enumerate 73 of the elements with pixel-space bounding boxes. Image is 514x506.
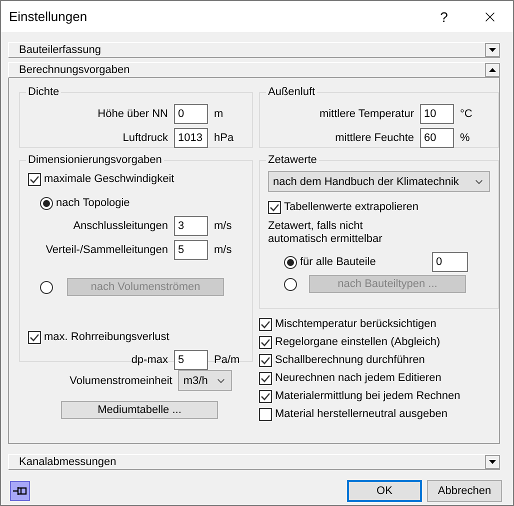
toggle-button[interactable] <box>485 63 500 77</box>
pin-icon <box>13 485 27 497</box>
checkbox[interactable] <box>259 336 272 348</box>
radio-button[interactable] <box>284 256 297 268</box>
check-icon <box>260 318 271 330</box>
field-label: Höhe über NN <box>96 108 168 120</box>
checkbox-label[interactable]: maximale Geschwindigkeit <box>44 173 174 185</box>
unit-label: Pa/m <box>214 354 241 366</box>
pin-button[interactable] <box>10 481 30 501</box>
dialog-button[interactable]: Abbrechen <box>427 480 502 502</box>
checkbox[interactable] <box>28 172 41 186</box>
help-button[interactable]: ? <box>421 8 467 24</box>
field-label: mittlere Temperatur <box>318 108 414 120</box>
input-field[interactable]: 5 <box>174 350 208 370</box>
check-icon <box>260 336 271 348</box>
field-label: Verteil-/Sammelleitungen <box>44 244 168 256</box>
checkbox[interactable] <box>259 318 272 330</box>
medium-table-button[interactable]: Mediumtabelle ... <box>61 401 218 419</box>
unit-label: % <box>460 132 471 144</box>
checkbox-label[interactable]: Mischtemperatur berücksichtigen <box>275 318 436 330</box>
checkbox[interactable] <box>259 408 272 420</box>
radio-label[interactable]: nach Topologie <box>56 197 130 209</box>
input-field[interactable]: 10 <box>420 104 454 124</box>
field-label: Luftdruck <box>122 132 168 144</box>
window-title: Einstellungen <box>9 9 88 24</box>
checkbox-label[interactable]: Material herstellerneutral ausgeben <box>275 408 448 420</box>
unit-label: °C <box>460 108 474 120</box>
checkbox-label[interactable]: Neurechnen nach jedem Editieren <box>275 372 442 384</box>
checkbox[interactable] <box>259 372 272 384</box>
radio-button[interactable] <box>40 196 53 210</box>
checkbox-label[interactable]: Regelorgane einstellen (Abgleich) <box>275 336 440 348</box>
expand-icon <box>489 460 496 464</box>
checkbox-label[interactable]: Schallberechnung durchführen <box>275 354 425 366</box>
toggle-button[interactable] <box>485 43 500 57</box>
group-title: Außenluft <box>267 86 316 98</box>
check-icon <box>269 202 280 212</box>
input-field[interactable]: 3 <box>174 216 208 236</box>
check-icon <box>260 354 271 366</box>
check-icon <box>260 390 271 402</box>
radio-label[interactable]: für alle Bauteile <box>300 256 429 268</box>
field-label: mittlere Feuchte <box>334 132 414 144</box>
unit-label: hPa <box>214 132 235 144</box>
input-field[interactable]: 5 <box>174 240 208 260</box>
checkbox[interactable] <box>259 354 272 366</box>
group-title: Zetawerte <box>267 154 318 166</box>
source-dropdown[interactable]: nach dem Handbuch der Klimatechnik <box>268 171 490 192</box>
input-field[interactable]: 60 <box>420 128 454 148</box>
check-icon <box>29 332 40 342</box>
toggle-button[interactable] <box>485 455 500 469</box>
dialog-button[interactable]: OK <box>347 480 422 502</box>
field-label: dp-max <box>130 354 168 366</box>
unit-label: m/s <box>214 220 233 232</box>
input-field[interactable]: 0 <box>432 252 468 272</box>
unit-label: m/s <box>214 244 233 256</box>
check-icon <box>29 174 40 184</box>
group-title: Dichte <box>27 86 60 98</box>
unit-label: m <box>214 108 224 120</box>
field-label: Volumenstromeinheit <box>70 374 172 386</box>
check-icon <box>260 372 271 384</box>
checkbox[interactable] <box>259 390 272 402</box>
checkbox-label[interactable]: max. Rohrreibungsverlust <box>44 331 170 343</box>
field-label: Anschlussleitungen <box>72 220 168 232</box>
expand-icon <box>489 48 496 52</box>
collapse-icon <box>489 68 496 72</box>
unit-dropdown[interactable]: m3/h <box>178 370 232 391</box>
input-field[interactable]: 1013 <box>174 128 208 148</box>
checkbox[interactable] <box>268 200 281 214</box>
checkbox-label[interactable]: Materialermittlung bei jedem Rechnen <box>275 390 460 402</box>
checkbox-label[interactable]: Tabellenwerte extrapolieren <box>284 201 419 213</box>
input-field[interactable]: 0 <box>174 104 208 124</box>
checkbox[interactable] <box>28 330 41 344</box>
description-text: Zetawert, falls nicht automatisch ermittelbar <box>268 220 384 246</box>
group-title: Dimensionierungsvorgaben <box>27 154 163 166</box>
